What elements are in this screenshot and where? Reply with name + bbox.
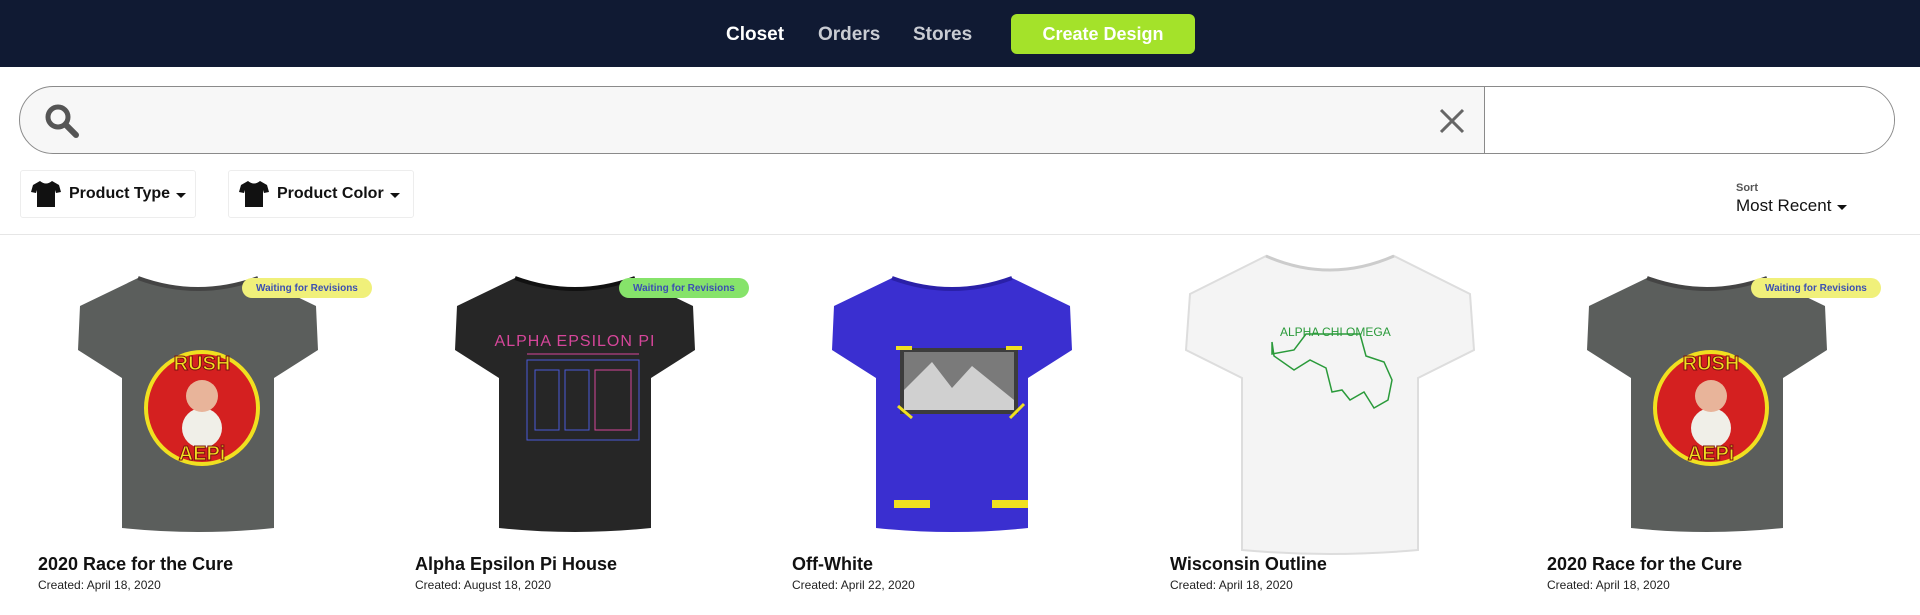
search-secondary-field[interactable] bbox=[1485, 87, 1894, 153]
tshirt-mockup: ALPHA CHI OMEGA bbox=[1184, 254, 1476, 555]
status-badge: Waiting for Revisions bbox=[242, 278, 372, 298]
rush-graphic-text: RUSH bbox=[1683, 353, 1740, 375]
nav-orders[interactable]: Orders bbox=[818, 24, 880, 46]
alpha-epsilon-pi-graphic-text: ALPHA EPSILON PI bbox=[495, 333, 656, 350]
nav-stores[interactable]: Stores bbox=[913, 24, 972, 46]
aepi-graphic-text: AEPi bbox=[179, 443, 226, 465]
chevron-down-icon bbox=[1837, 204, 1848, 210]
top-navbar: Closet Orders Stores Create Design bbox=[0, 0, 1920, 67]
product-color-filter[interactable]: Product Color bbox=[228, 170, 414, 218]
product-type-label: Product Type bbox=[69, 185, 171, 202]
product-type-filter[interactable]: Product Type bbox=[20, 170, 196, 218]
tshirt-icon bbox=[239, 181, 269, 207]
filter-divider bbox=[0, 234, 1920, 235]
design-created-date: Created: April 22, 2020 bbox=[792, 578, 915, 592]
design-title[interactable]: 2020 Race for the Cure bbox=[38, 554, 233, 575]
search-bar bbox=[19, 86, 1895, 154]
design-card[interactable]: Off-White Created: April 22, 2020 bbox=[792, 250, 1152, 615]
aepi-graphic-text: AEPi bbox=[1688, 443, 1735, 465]
design-created-date: Created: August 18, 2020 bbox=[415, 578, 552, 592]
chevron-down-icon bbox=[389, 192, 400, 198]
design-card[interactable]: ALPHA CHI OMEGA Wisconsin Outline Create… bbox=[1170, 250, 1530, 615]
alpha-chi-omega-graphic-text: ALPHA CHI OMEGA bbox=[1280, 325, 1391, 339]
sort-dropdown[interactable]: Sort Most Recent bbox=[1736, 182, 1848, 216]
design-title[interactable]: Off-White bbox=[792, 554, 873, 575]
design-card[interactable]: ALPHA EPSILON PI Waiting for Revisions A… bbox=[415, 250, 775, 615]
nav-closet[interactable]: Closet bbox=[726, 24, 784, 46]
tshirt-icon bbox=[31, 181, 61, 207]
design-title[interactable]: Alpha Epsilon Pi House bbox=[415, 554, 617, 575]
sort-value: Most Recent bbox=[1736, 196, 1832, 215]
design-created-date: Created: April 18, 2020 bbox=[38, 578, 161, 592]
rush-graphic-text: RUSH bbox=[174, 353, 231, 375]
create-design-button[interactable]: Create Design bbox=[1011, 14, 1195, 54]
status-badge: Waiting for Revisions bbox=[619, 278, 749, 298]
design-card[interactable]: RUSH AEPi Waiting for Revisions 2020 Rac… bbox=[1547, 250, 1907, 615]
design-title[interactable]: Wisconsin Outline bbox=[1170, 554, 1327, 575]
design-card[interactable]: RUSH AEPi Waiting for Revisions 2020 Rac… bbox=[38, 250, 398, 615]
search-input[interactable] bbox=[100, 101, 1420, 141]
design-created-date: Created: April 18, 2020 bbox=[1547, 578, 1670, 592]
tshirt-mockup bbox=[832, 276, 1072, 532]
product-color-label: Product Color bbox=[277, 185, 384, 202]
search-icon[interactable] bbox=[45, 104, 79, 138]
design-created-date: Created: April 18, 2020 bbox=[1170, 578, 1293, 592]
chevron-down-icon bbox=[176, 192, 187, 198]
design-title[interactable]: 2020 Race for the Cure bbox=[1547, 554, 1742, 575]
sort-caption: Sort bbox=[1736, 182, 1758, 194]
status-badge: Waiting for Revisions bbox=[1751, 278, 1881, 298]
close-icon[interactable] bbox=[1438, 107, 1466, 135]
